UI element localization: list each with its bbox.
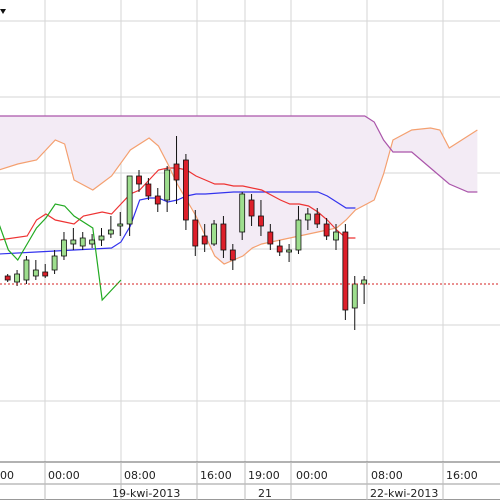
candle-body bbox=[342, 231, 349, 311]
candle-body bbox=[229, 249, 236, 261]
candle bbox=[107, 216, 114, 238]
candle-body bbox=[351, 283, 358, 309]
plot-area bbox=[0, 0, 500, 462]
candle-body bbox=[276, 245, 283, 253]
candle bbox=[61, 232, 67, 260]
candle-body bbox=[286, 249, 292, 253]
candle bbox=[70, 228, 77, 250]
candle-body bbox=[173, 163, 180, 181]
candle-body bbox=[154, 195, 161, 205]
x-tick-label: 16:00 bbox=[200, 469, 232, 482]
x-tick-label: 19:00 bbox=[248, 469, 280, 482]
candle-body bbox=[98, 235, 105, 241]
candlestick-chart: 00 00:00 08:00 16:00 19:00 00:00 08:00 1… bbox=[0, 0, 500, 500]
candle bbox=[183, 154, 189, 230]
x-tick-label: 08:00 bbox=[371, 469, 403, 482]
candle-body bbox=[295, 219, 302, 251]
candle-body bbox=[267, 231, 274, 245]
candle-body bbox=[248, 199, 255, 217]
candle bbox=[42, 264, 49, 278]
x-tick-label: 08:00 bbox=[124, 469, 156, 482]
candle bbox=[32, 260, 39, 280]
candle bbox=[361, 276, 368, 304]
x-tick-label: 00:00 bbox=[296, 469, 328, 482]
candle-body bbox=[32, 269, 39, 277]
candle bbox=[98, 228, 105, 246]
top-left-marker bbox=[0, 9, 6, 14]
candle bbox=[164, 166, 171, 212]
candle-body bbox=[164, 169, 171, 201]
candle-body bbox=[61, 239, 67, 257]
candle-body bbox=[239, 193, 246, 233]
candle bbox=[276, 240, 283, 256]
candle-body bbox=[117, 223, 124, 227]
candle bbox=[342, 224, 349, 320]
candle-body bbox=[192, 219, 199, 247]
candle-body bbox=[201, 235, 208, 245]
candle-body bbox=[183, 159, 189, 221]
candle bbox=[23, 256, 30, 284]
candle-body bbox=[70, 239, 77, 245]
candle-body bbox=[136, 175, 142, 185]
date-label: 19-kwi-2013 bbox=[112, 487, 180, 500]
candle-body bbox=[51, 255, 58, 271]
candle-body bbox=[258, 215, 264, 227]
x-tick-label: 00 bbox=[0, 469, 14, 482]
candle-body bbox=[126, 175, 133, 225]
candle-body bbox=[42, 271, 49, 277]
candle-body bbox=[304, 213, 311, 221]
candle-body bbox=[145, 183, 152, 197]
candle-body bbox=[314, 213, 321, 225]
date-label: 21 bbox=[258, 487, 272, 500]
candle-body bbox=[220, 223, 227, 251]
candle-body bbox=[107, 229, 114, 235]
candle-body bbox=[211, 223, 217, 245]
candle-body bbox=[79, 237, 86, 247]
candle-body bbox=[23, 259, 30, 281]
candle-body bbox=[333, 231, 339, 241]
candle-body bbox=[14, 273, 20, 283]
dropdown-triangle-icon bbox=[0, 9, 6, 14]
candle bbox=[117, 212, 124, 236]
candle-body bbox=[4, 275, 11, 281]
x-tick-label: 00:00 bbox=[48, 469, 80, 482]
candle-body bbox=[361, 279, 368, 285]
candle bbox=[79, 232, 86, 250]
candle-body bbox=[89, 239, 96, 245]
date-label: 22-kwi-2013 bbox=[370, 487, 438, 500]
candle bbox=[211, 220, 217, 246]
candle bbox=[4, 274, 11, 282]
candle bbox=[145, 178, 152, 200]
x-axis: 00 00:00 08:00 16:00 19:00 00:00 08:00 1… bbox=[0, 461, 500, 500]
candle bbox=[126, 175, 133, 236]
candle bbox=[154, 188, 161, 212]
x-tick-label: 16:00 bbox=[446, 469, 478, 482]
candle-body bbox=[323, 223, 330, 237]
candle bbox=[51, 250, 58, 274]
indicator-line-2 bbox=[0, 203, 122, 302]
